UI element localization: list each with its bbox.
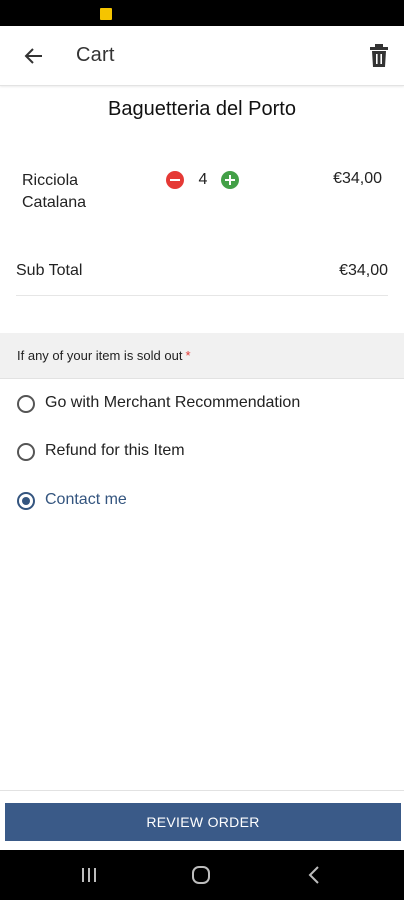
item-name: Ricciola Catalana [22,172,87,211]
arrow-left-icon [24,48,42,64]
increase-quantity-button[interactable] [221,171,239,189]
required-marker: * [185,348,191,363]
back-button[interactable] [18,40,50,72]
radio-button[interactable] [17,443,35,461]
page-title: Cart [76,44,115,66]
option-refund-item[interactable]: Refund for this Item [0,434,404,470]
recent-apps-icon[interactable] [80,866,98,884]
home-icon[interactable] [191,865,211,885]
option-contact-me[interactable]: Contact me [0,483,404,519]
radio-button-selected[interactable] [17,492,35,510]
subtotal-row: Sub Total €34,00 [16,252,388,296]
item-quantity: 4 [198,171,208,188]
decrease-quantity-button[interactable] [166,171,184,189]
divider [0,790,404,791]
delete-cart-button[interactable] [366,41,392,71]
subtotal-value: €34,00 [339,262,388,279]
back-nav-icon[interactable] [307,865,321,885]
option-label: Contact me [45,491,127,508]
cart-item-row: Ricciola Catalana 4 €34,00 [0,168,404,228]
option-label: Refund for this Item [45,442,185,459]
trash-icon [370,44,388,67]
option-merchant-recommendation[interactable]: Go with Merchant Recommendation [0,386,404,422]
radio-button[interactable] [17,395,35,413]
option-label: Go with Merchant Recommendation [45,394,301,411]
app-bar: Cart [0,26,404,86]
subtotal-label: Sub Total [16,262,83,279]
status-bar [0,0,404,26]
system-navigation-bar [0,850,404,900]
sold-out-prompt: If any of your item is sold out [17,348,183,363]
notification-indicator-icon [100,8,112,20]
item-price: €34,00 [333,170,382,187]
review-order-button[interactable]: REVIEW ORDER [5,803,401,841]
store-name: Baguetteria del Porto [108,98,296,120]
sold-out-section-header: If any of your item is sold out * [0,333,404,379]
